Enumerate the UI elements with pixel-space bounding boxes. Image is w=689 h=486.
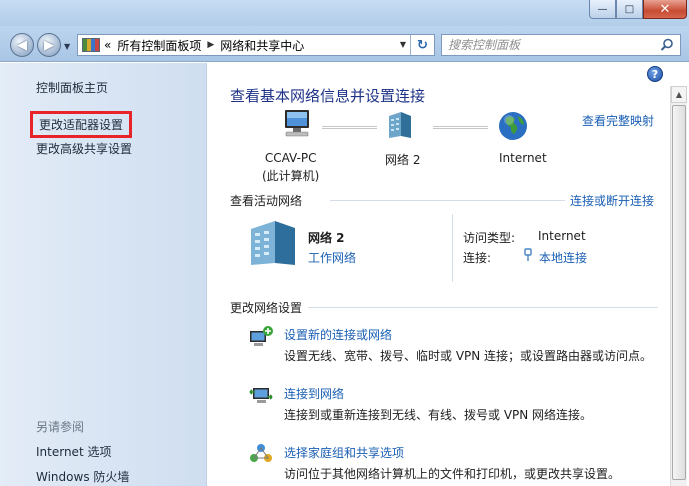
- connections-label: 连接:: [463, 251, 492, 265]
- task-setup-connection-link[interactable]: 设置新的连接或网络: [284, 326, 392, 343]
- close-button[interactable]: ✕: [643, 0, 687, 19]
- network-name: 网络 2: [385, 153, 421, 167]
- sidebar-item-windows-firewall[interactable]: Windows 防火墙: [36, 468, 129, 485]
- network-icon: [389, 112, 411, 138]
- breadcrumb-separator-icon[interactable]: ▶: [207, 40, 214, 50]
- internet-label: Internet: [499, 151, 547, 165]
- computer-icon: [285, 110, 309, 137]
- search-box[interactable]: [441, 34, 681, 56]
- recent-pages-dropdown-icon[interactable]: ▼: [64, 42, 70, 51]
- task-homegroup-link[interactable]: 选择家庭组和共享选项: [284, 444, 404, 461]
- ethernet-icon: [524, 248, 532, 261]
- network-type-link[interactable]: 工作网络: [308, 249, 356, 266]
- address-dropdown-icon[interactable]: ▼: [400, 40, 406, 49]
- task-setup-connection-desc: 设置无线、宽带、拨号、临时或 VPN 连接；或设置路由器或访问点。: [284, 349, 653, 363]
- close-icon: ✕: [659, 1, 671, 17]
- task-connect-network-link[interactable]: 连接到网络: [284, 385, 344, 402]
- maximize-button[interactable]: □: [616, 0, 643, 19]
- minimize-button[interactable]: —: [589, 0, 616, 19]
- scroll-thumb[interactable]: [672, 105, 686, 480]
- divider: [330, 200, 565, 201]
- back-button[interactable]: ◀: [10, 33, 34, 57]
- address-bar[interactable]: « 所有控制面板项 ▶ 网络和共享中心 ▼ ↻: [77, 34, 435, 56]
- vertical-scrollbar[interactable]: ▲: [670, 86, 687, 486]
- forward-arrow-icon: ▶: [44, 37, 54, 53]
- refresh-icon: ↻: [417, 37, 428, 53]
- map-connector: [322, 126, 377, 129]
- refresh-button[interactable]: ↻: [410, 35, 434, 55]
- connect-network-icon: [249, 388, 273, 403]
- maximize-icon: □: [624, 3, 635, 15]
- sidebar-item-internet-options[interactable]: Internet 选项: [36, 443, 111, 460]
- connect-disconnect-link[interactable]: 连接或断开连接: [570, 192, 654, 209]
- active-networks-heading: 查看活动网络: [230, 194, 303, 208]
- computer-subtitle: (此计算机): [262, 169, 320, 183]
- active-network-icon: [251, 221, 295, 265]
- task-connect-network-desc: 连接到或重新连接到无线、有线、拨号或 VPN 网络连接。: [284, 408, 593, 422]
- chevron-up-icon: ▲: [675, 90, 683, 99]
- active-network-name: 网络 2: [308, 231, 345, 245]
- sidebar-item-change-advanced-sharing[interactable]: 更改高级共享设置: [36, 140, 132, 157]
- back-arrow-icon: ◀: [17, 37, 27, 53]
- control-panel-icon: [82, 38, 100, 52]
- navigation-bar: ◀ ▶ ▼ « 所有控制面板项 ▶ 网络和共享中心 ▼ ↻: [0, 26, 689, 62]
- access-type-value: Internet: [538, 229, 586, 243]
- forward-button[interactable]: ▶: [37, 33, 61, 57]
- change-settings-heading: 更改网络设置: [230, 301, 303, 315]
- divider: [308, 307, 658, 308]
- page-title: 查看基本网络信息并设置连接: [230, 87, 426, 105]
- task-homegroup-desc: 访问位于其他网络计算机上的文件和打印机，或更改共享设置。: [284, 467, 621, 481]
- title-bar: — □ ✕: [0, 0, 689, 26]
- local-connection-link[interactable]: 本地连接: [539, 249, 587, 266]
- map-connector: [433, 126, 488, 129]
- help-button[interactable]: ?: [647, 66, 663, 82]
- sidebar-item-control-panel-home[interactable]: 控制面板主页: [36, 79, 108, 96]
- vertical-divider: [452, 214, 453, 282]
- scroll-up-button[interactable]: ▲: [671, 86, 687, 103]
- breadcrumb-network-center[interactable]: 网络和共享中心: [220, 37, 304, 54]
- view-full-map-link[interactable]: 查看完整映射: [582, 112, 654, 129]
- left-pane: 控制面板主页 更改适配器设置 更改高级共享设置 另请参阅 Internet 选项…: [0, 63, 207, 486]
- internet-globe-icon: [499, 112, 527, 140]
- breadcrumb-all-items[interactable]: 所有控制面板项: [117, 37, 201, 54]
- access-type-label: 访问类型:: [463, 231, 516, 245]
- computer-name: CCAV-PC: [264, 151, 317, 165]
- sidebar-item-change-adapter-settings[interactable]: 更改适配器设置: [30, 111, 133, 138]
- minimize-icon: —: [597, 3, 608, 15]
- search-icon[interactable]: [660, 38, 674, 52]
- new-connection-icon: [250, 326, 273, 346]
- map-node-network[interactable]: 网络 2: [385, 151, 420, 168]
- map-node-computer[interactable]: CCAV-PC (此计算机): [262, 151, 319, 184]
- map-node-internet[interactable]: Internet: [499, 151, 547, 165]
- help-icon: ?: [651, 67, 659, 81]
- breadcrumb-overflow[interactable]: «: [104, 38, 111, 52]
- search-input[interactable]: [448, 37, 653, 53]
- window-controls: — □ ✕: [589, 0, 687, 19]
- homegroup-icon: [250, 444, 272, 462]
- see-also-heading: 另请参阅: [36, 420, 85, 434]
